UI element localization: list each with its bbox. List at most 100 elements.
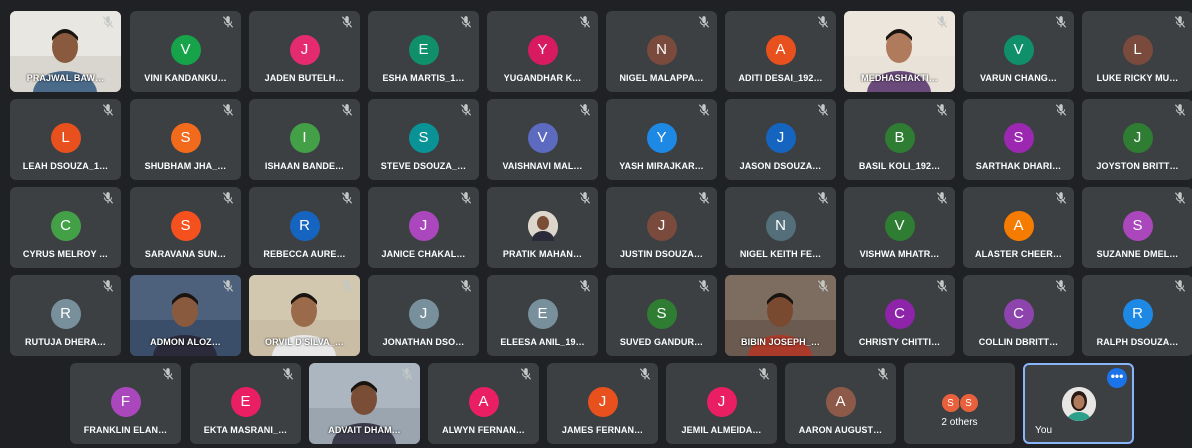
- participant-tile[interactable]: ORVIL D'SILVA_…: [249, 275, 360, 356]
- avatar: J: [1122, 123, 1153, 153]
- mic-off-icon: [1054, 103, 1068, 117]
- participant-name: PRAJWAL BAW…: [26, 73, 105, 83]
- avatar: S: [1122, 211, 1153, 241]
- self-tile[interactable]: ••• You: [1023, 363, 1134, 444]
- participant-tile[interactable]: S STEVE DSOUZA_…: [368, 99, 479, 180]
- participant-tile[interactable]: PRAJWAL BAW…: [10, 11, 121, 92]
- participant-tile[interactable]: E ESHA MARTIS_1…: [368, 11, 479, 92]
- mic-off-icon: [101, 191, 115, 205]
- participant-tile[interactable]: ADVAIT DHAM…: [309, 363, 420, 444]
- participant-tile[interactable]: R REBECCA AURE…: [249, 187, 360, 268]
- participant-tile[interactable]: J JADEN BUTELH…: [249, 11, 360, 92]
- participant-tile[interactable]: ADMON ALOZ…: [130, 275, 241, 356]
- participant-tile[interactable]: N NIGEL MALAPPA…: [606, 11, 717, 92]
- participant-tile[interactable]: S SARAVANA SUN…: [130, 187, 241, 268]
- participant-tile[interactable]: R RUTUJA DHERA…: [10, 275, 121, 356]
- participant-tile[interactable]: Y YASH MIRAJKAR…: [606, 99, 717, 180]
- participant-name: JEMIL ALMEIDA…: [681, 425, 762, 435]
- participant-name: AARON AUGUST…: [798, 425, 883, 435]
- participant-tile[interactable]: E EKTA MASRANI_…: [190, 363, 301, 444]
- participant-tile[interactable]: B BASIL KOLI_192…: [844, 99, 955, 180]
- mic-off-icon: [1173, 191, 1187, 205]
- avatar: Y: [646, 123, 677, 153]
- participant-tile[interactable]: V VISHWA MHATR…: [844, 187, 955, 268]
- mic-off-icon: [876, 367, 890, 381]
- participant-tile[interactable]: C COLLIN DBRITT…: [963, 275, 1074, 356]
- participant-tile[interactable]: C CHRISTY CHITTI…: [844, 275, 955, 356]
- participant-name: VARUN CHANG…: [979, 73, 1058, 83]
- participant-tile[interactable]: MEDHASHAKTI…: [844, 11, 955, 92]
- mic-off-icon: [816, 279, 830, 293]
- participant-name: ORVIL D'SILVA_…: [265, 337, 344, 347]
- avatar: J: [408, 299, 439, 329]
- mic-off-icon: [1054, 15, 1068, 29]
- participant-tile[interactable]: S SUVED GANDUR…: [606, 275, 717, 356]
- participant-tile[interactable]: S SUZANNE DMEL…: [1082, 187, 1192, 268]
- mic-off-icon: [697, 279, 711, 293]
- participant-tile[interactable]: N NIGEL KEITH FE…: [725, 187, 836, 268]
- participant-name: SUZANNE DMEL…: [1096, 249, 1179, 259]
- mic-off-icon: [1173, 15, 1187, 29]
- mic-off-icon: [1173, 103, 1187, 117]
- mic-off-icon: [459, 279, 473, 293]
- mic-off-icon: [697, 103, 711, 117]
- participant-name: JADEN BUTELH…: [264, 73, 345, 83]
- mic-off-icon: [697, 191, 711, 205]
- mic-off-icon: [340, 103, 354, 117]
- participant-tile[interactable]: BIBIN JOSEPH_…: [725, 275, 836, 356]
- participant-tile[interactable]: L LEAH DSOUZA_1…: [10, 99, 121, 180]
- avatar: S: [408, 123, 439, 153]
- participant-name: EKTA MASRANI_…: [203, 425, 288, 435]
- participant-tile[interactable]: V VAISHNAVI MAL…: [487, 99, 598, 180]
- others-tile[interactable]: SS 2 others: [904, 363, 1015, 444]
- participant-tile[interactable]: L LUKE RICKY MU…: [1082, 11, 1192, 92]
- participant-tile[interactable]: A AARON AUGUST…: [785, 363, 896, 444]
- avatar: N: [765, 211, 796, 241]
- participant-tile[interactable]: V VARUN CHANG…: [963, 11, 1074, 92]
- participant-tile[interactable]: J JOYSTON BRITT…: [1082, 99, 1192, 180]
- participant-name: STEVE DSOUZA_…: [380, 161, 467, 171]
- mic-off-icon: [221, 15, 235, 29]
- mic-off-icon: [1173, 279, 1187, 293]
- avatar: J: [289, 35, 320, 65]
- participant-name: ADVAIT DHAM…: [328, 425, 401, 435]
- participant-tile[interactable]: I ISHAAN BANDE…: [249, 99, 360, 180]
- mic-off-icon: [1054, 191, 1068, 205]
- participant-tile[interactable]: J JANICE CHAKAL…: [368, 187, 479, 268]
- avatar: J: [646, 211, 677, 241]
- participant-tile[interactable]: S SHUBHAM JHA_…: [130, 99, 241, 180]
- participant-tile[interactable]: J JONATHAN DSO…: [368, 275, 479, 356]
- participant-name: SUVED GANDUR…: [619, 337, 704, 347]
- participant-name: MEDHASHAKTI…: [861, 73, 938, 83]
- avatar: J: [706, 387, 737, 417]
- mic-off-icon: [935, 279, 949, 293]
- avatar: J: [587, 387, 618, 417]
- mic-off-icon: [638, 367, 652, 381]
- mic-off-icon: [935, 191, 949, 205]
- participant-tile[interactable]: J JAMES FERNAN…: [547, 363, 658, 444]
- participant-tile[interactable]: J JASON DSOUZA…: [725, 99, 836, 180]
- participant-tile[interactable]: PRATIK MAHAN…: [487, 187, 598, 268]
- participant-tile[interactable]: Y YUGANDHAR K…: [487, 11, 598, 92]
- participant-tile[interactable]: R RALPH DSOUZA…: [1082, 275, 1192, 356]
- participant-tile[interactable]: V VINI KANDANKU…: [130, 11, 241, 92]
- participant-name: CHRISTY CHITTI…: [858, 337, 941, 347]
- avatar: B: [884, 123, 915, 153]
- participant-tile[interactable]: A ALASTER CHEER…: [963, 187, 1074, 268]
- mic-off-icon: [519, 367, 533, 381]
- more-options-button[interactable]: •••: [1107, 368, 1127, 388]
- participant-name: SHUBHAM JHA_…: [144, 161, 227, 171]
- participant-tile[interactable]: A ALWYN FERNAN…: [428, 363, 539, 444]
- avatar: E: [230, 387, 261, 417]
- avatar: R: [289, 211, 320, 241]
- participant-tile[interactable]: A ADITI DESAI_192…: [725, 11, 836, 92]
- participant-name: NIGEL MALAPPA…: [619, 73, 704, 83]
- participant-tile[interactable]: C CYRUS MELROY …: [10, 187, 121, 268]
- participant-tile[interactable]: E ELEESA ANIL_19…: [487, 275, 598, 356]
- participant-name: PRATIK MAHAN…: [502, 249, 583, 259]
- participant-tile[interactable]: S SARTHAK DHARI…: [963, 99, 1074, 180]
- participant-tile[interactable]: J JUSTIN DSOUZA…: [606, 187, 717, 268]
- participant-tile[interactable]: F FRANKLIN ELAN…: [70, 363, 181, 444]
- avatar: V: [527, 123, 558, 153]
- participant-tile[interactable]: J JEMIL ALMEIDA…: [666, 363, 777, 444]
